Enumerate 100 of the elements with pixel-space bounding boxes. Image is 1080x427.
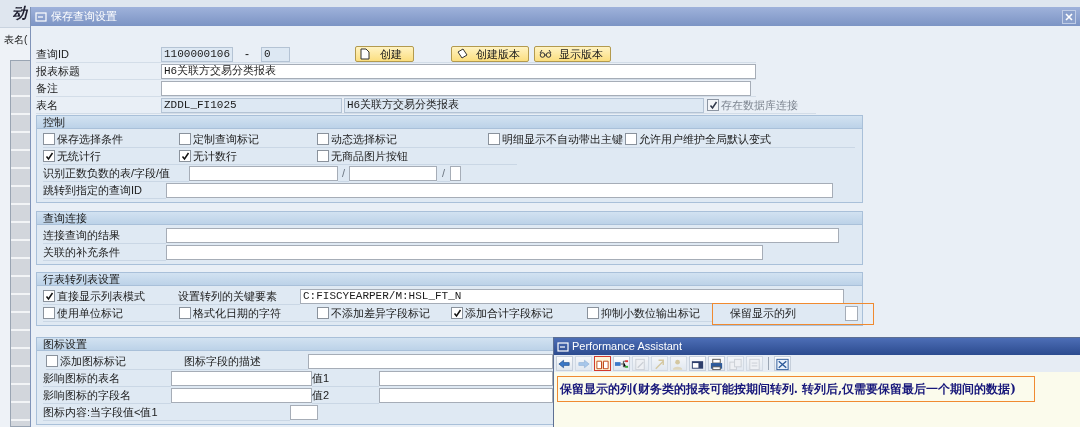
field-label: 允许用户维护全局默认变式 [639, 131, 771, 147]
field-label: 动态选择标记 [331, 131, 397, 147]
field-label: 备注 [36, 80, 59, 96]
field-label: 影响图标的字段名 [43, 387, 131, 403]
printer-icon [709, 356, 724, 371]
help-text: 保留显示的列(财务类的报表可能按期间转列. 转列后,仅需要保留最后一个期间的数据) [560, 382, 1016, 396]
input-field[interactable] [171, 371, 312, 386]
checkbox[interactable] [488, 133, 500, 145]
field-label: 值1 [312, 370, 330, 386]
field-label: 跳转到指定的查询ID [43, 182, 142, 198]
field-label: 存在数据库连接 [721, 97, 798, 113]
close-button[interactable] [1062, 9, 1076, 24]
checkbox[interactable] [179, 150, 191, 162]
field-label: 值2 [312, 387, 330, 403]
field-label: 表名 [36, 97, 59, 113]
input-field[interactable] [845, 306, 858, 321]
input-field[interactable] [166, 228, 839, 243]
field-label: 抑制小数位输出标记 [601, 305, 700, 321]
window-icon [557, 341, 569, 352]
field-label: 无计数行 [193, 148, 237, 164]
window-title: 动 [12, 6, 27, 21]
window-button[interactable] [689, 356, 706, 371]
back-icon [557, 356, 572, 371]
field-label: 图标字段的描述 [184, 353, 261, 369]
pages-icon [456, 48, 468, 60]
input-field[interactable] [171, 388, 312, 403]
close-icon [1065, 12, 1073, 21]
checkbox[interactable] [43, 150, 55, 162]
checkbox[interactable] [317, 150, 329, 162]
checkbox[interactable] [179, 133, 191, 145]
input-field[interactable]: H6关联方交易分类报表 [161, 63, 756, 79]
field-label: 格式化日期的字符 [193, 305, 281, 321]
document-icon [360, 48, 370, 60]
field-label: 关联的补充条件 [43, 244, 120, 260]
printer-button[interactable] [708, 356, 725, 371]
field-label: 添加合计字段标记 [465, 305, 553, 321]
input-field: 1100000106 [161, 46, 233, 62]
input-field[interactable] [189, 166, 338, 181]
field-label: 无统计行 [57, 148, 101, 164]
field-label: 保留显示的列 [730, 306, 797, 322]
window-icon [35, 11, 47, 22]
field-label: 设置转列的关键要素 [178, 288, 277, 304]
input-field[interactable] [308, 354, 553, 369]
input-field[interactable] [379, 388, 553, 403]
input-field[interactable] [349, 166, 437, 181]
checkbox[interactable] [179, 307, 191, 319]
field-label: 报表标题 [36, 63, 81, 79]
close-button[interactable] [774, 356, 791, 371]
input-field: 0 [261, 46, 290, 62]
input-field: H6关联方交易分类报表 [344, 97, 704, 113]
field-label: 添加图标标记 [60, 353, 126, 369]
action-button[interactable]: 创建 [355, 46, 414, 62]
field-label: 定制查询标记 [193, 131, 259, 147]
input-field[interactable] [379, 371, 553, 386]
input-field[interactable] [166, 245, 763, 260]
checkbox[interactable] [43, 133, 55, 145]
checkbox[interactable] [46, 355, 58, 367]
action-button[interactable]: 创建版本 [451, 46, 529, 62]
group-title: 查询连接 [43, 212, 87, 224]
separator-text: / [340, 165, 347, 181]
field-label: 识别正数负数的表/字段/值 [43, 165, 171, 181]
book-button[interactable] [594, 356, 611, 371]
assistant-title: Performance Assistant [572, 339, 683, 355]
field-label: 影响图标的表名 [43, 370, 120, 386]
checkbox[interactable] [587, 307, 599, 319]
checkbox[interactable] [317, 133, 329, 145]
field-label: 连接查询的结果 [43, 227, 120, 243]
group-title: 行表转列表设置 [43, 273, 120, 285]
input-field[interactable] [450, 166, 461, 181]
field-label: 表名( [4, 34, 28, 45]
field-label: 明细显示不自动带出主键 [502, 131, 623, 147]
input-field[interactable] [166, 183, 833, 198]
pencil-icon [633, 356, 648, 371]
checkbox[interactable] [451, 307, 463, 319]
checkbox[interactable] [625, 133, 637, 145]
field-label: 保存选择条件 [57, 131, 123, 147]
input-field[interactable] [161, 80, 751, 96]
separator-text: - [244, 46, 250, 63]
field-label: 图标内容:当字段值<值1 [43, 404, 158, 420]
checkbox[interactable] [43, 307, 55, 319]
checkbox[interactable] [317, 307, 329, 319]
copy-icon [728, 356, 743, 371]
group-title: 图标设置 [43, 338, 87, 350]
field-label: 使用单位标记 [57, 305, 123, 321]
field-label: 直接显示列表模式 [57, 288, 145, 304]
action-button[interactable]: 显示版本 [534, 46, 611, 62]
glasses-icon [539, 49, 552, 59]
dialog-title: 保存查询设置 [51, 9, 117, 25]
field-label: 查询ID [36, 46, 70, 62]
field-label: 不添加差异字段标记 [331, 305, 430, 321]
separator-text: / [440, 165, 447, 181]
forward-icon [576, 356, 591, 371]
input-field: ZDDL_FI1025 [161, 97, 342, 113]
input-field[interactable]: C:FISCYEARPER/M:HSL_FT_N [300, 289, 844, 304]
back-button[interactable] [556, 356, 573, 371]
checkbox[interactable] [43, 290, 55, 302]
group-title: 控制 [43, 116, 65, 128]
input-field[interactable] [290, 405, 318, 420]
page-icon [747, 356, 762, 371]
field-label: 无商品图片按钮 [331, 148, 408, 164]
